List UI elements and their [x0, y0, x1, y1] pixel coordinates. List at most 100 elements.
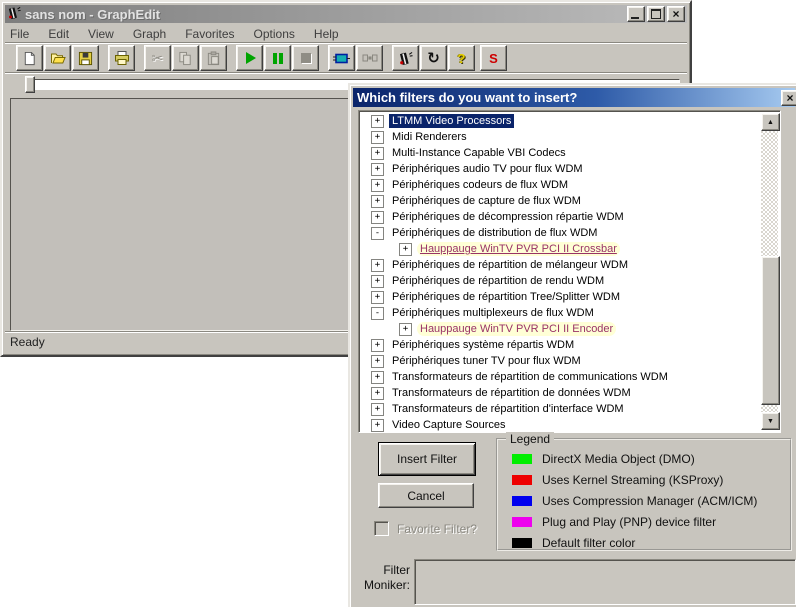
menu-favorites[interactable]: Favorites	[183, 27, 236, 41]
tree-item[interactable]: +Transformateurs de répartition d'interf…	[359, 401, 761, 417]
help-button[interactable]: ?	[448, 45, 475, 71]
refresh-button[interactable]: ↻	[420, 45, 447, 71]
tree-item-label: Périphériques de répartition de mélangeu…	[389, 258, 631, 272]
tree-item[interactable]: + Hauppauge WinTV PVR PCI II Encoder	[359, 321, 761, 337]
convert-button[interactable]: S	[480, 45, 507, 71]
menu-file[interactable]: File	[8, 27, 31, 41]
tree-item[interactable]: +LTMM Video Processors	[359, 113, 761, 129]
graphedit-logo-button[interactable]	[392, 45, 419, 71]
tree-item-label: Périphériques tuner TV pour flux WDM	[389, 354, 584, 368]
tree-item-label: Périphériques codeurs de flux WDM	[389, 178, 571, 192]
tree-item[interactable]: +Video Capture Sources	[359, 417, 761, 433]
pause-button[interactable]	[264, 45, 291, 71]
expand-icon[interactable]: +	[371, 147, 384, 160]
scroll-thumb[interactable]	[761, 256, 780, 405]
tree-item[interactable]: -Périphériques multiplexeurs de flux WDM	[359, 305, 761, 321]
expand-icon[interactable]: +	[371, 115, 384, 128]
insert-filter-button-toolbar[interactable]	[328, 45, 355, 71]
minimize-button[interactable]	[627, 6, 645, 22]
expand-icon[interactable]: +	[399, 323, 412, 336]
tree-item[interactable]: + Périphériques de répartition Tree/Split…	[359, 289, 761, 305]
scroll-down-button[interactable]: ▼	[761, 412, 780, 430]
expand-icon[interactable]: +	[371, 131, 384, 144]
expand-icon[interactable]: +	[371, 387, 384, 400]
expand-icon[interactable]: +	[371, 339, 384, 352]
open-icon	[50, 50, 66, 66]
filter-moniker-input[interactable]	[414, 559, 796, 605]
legend-item: Uses Compression Manager (ACM/ICM)	[512, 490, 790, 511]
close-icon: ×	[672, 9, 679, 19]
maximize-button[interactable]	[647, 6, 665, 22]
expand-icon[interactable]: +	[371, 291, 384, 304]
expand-icon[interactable]: +	[371, 403, 384, 416]
main-titlebar[interactable]: sans nom - GraphEdit ×	[5, 5, 687, 23]
menu-graph[interactable]: Graph	[131, 27, 168, 41]
expand-icon[interactable]: +	[371, 371, 384, 384]
legend-label: DirectX Media Object (DMO)	[542, 452, 695, 466]
expand-icon[interactable]: +	[371, 211, 384, 224]
tree-item[interactable]: +Midi Renderers	[359, 129, 761, 145]
collapse-icon[interactable]: -	[371, 227, 384, 240]
filter-tree-listbox: +LTMM Video Processors +Midi Renderers +…	[358, 110, 781, 433]
expand-icon[interactable]: +	[371, 179, 384, 192]
tree-item[interactable]: +Périphériques audio TV pour flux WDM	[359, 161, 761, 177]
tree-item[interactable]: +Multi-Instance Capable VBI Codecs	[359, 145, 761, 161]
seek-bar-handle[interactable]	[25, 76, 35, 93]
dialog-titlebar[interactable]: Which filters do you want to insert?	[353, 88, 795, 107]
print-icon	[114, 50, 130, 66]
dialog-close-icon: ×	[786, 93, 793, 103]
expand-icon[interactable]: +	[399, 243, 412, 256]
paste-button[interactable]	[200, 45, 227, 71]
menu-help[interactable]: Help	[312, 27, 341, 41]
print-button[interactable]	[108, 45, 135, 71]
toolbar-separator	[5, 72, 687, 74]
tree-item[interactable]: + Périphériques tuner TV pour flux WDM	[359, 353, 761, 369]
connect-pins-button[interactable]	[356, 45, 383, 71]
menu-view[interactable]: View	[86, 27, 116, 41]
legend-groupbox: Legend DirectX Media Object (DMO) Uses K…	[496, 438, 792, 551]
tree-item-label: Périphériques multiplexeurs de flux WDM	[389, 306, 597, 320]
menu-edit[interactable]: Edit	[46, 27, 71, 41]
tree-item[interactable]: +Périphériques de répartition de rendu W…	[359, 273, 761, 289]
ksproxy-color-swatch	[512, 475, 532, 485]
scroll-up-button[interactable]: ▲	[761, 113, 780, 131]
expand-icon[interactable]: +	[371, 259, 384, 272]
close-button[interactable]: ×	[667, 6, 685, 22]
tree-item-label: Périphériques de capture de flux WDM	[389, 194, 584, 208]
favorite-filter-checkbox[interactable]	[374, 521, 389, 536]
save-button[interactable]	[72, 45, 99, 71]
menu-options[interactable]: Options	[252, 27, 297, 41]
tree-item[interactable]: + Périphériques de capture de flux WDM	[359, 193, 761, 209]
tree-item[interactable]: + Périphériques de répartition de mélange…	[359, 257, 761, 273]
copy-button[interactable]	[172, 45, 199, 71]
expand-icon[interactable]: +	[371, 275, 384, 288]
collapse-icon[interactable]: -	[371, 307, 384, 320]
tree-item[interactable]: +Périphériques de décompression répartie…	[359, 209, 761, 225]
tree-item[interactable]: -Périphériques de distribution de flux W…	[359, 225, 761, 241]
tree-item[interactable]: +Transformateurs de répartition de commu…	[359, 369, 761, 385]
legend-label: Plug and Play (PNP) device filter	[542, 515, 716, 529]
screen: sans nom - GraphEdit × File Edit View Gr…	[0, 0, 796, 607]
tree-item[interactable]: + Transformateurs de répartition de donné…	[359, 385, 761, 401]
minimize-icon	[631, 17, 639, 19]
tree-scrollbar[interactable]: ▲ ▼	[761, 113, 778, 430]
open-button[interactable]	[44, 45, 71, 71]
tree-item[interactable]: +Périphériques système répartis WDM	[359, 337, 761, 353]
play-button[interactable]	[236, 45, 263, 71]
expand-icon[interactable]: +	[371, 163, 384, 176]
cancel-button[interactable]: Cancel	[378, 483, 474, 508]
tree-item-label: Transformateurs de répartition de donnée…	[389, 386, 634, 400]
stop-button[interactable]	[292, 45, 319, 71]
tree-item[interactable]: +Hauppauge WinTV PVR PCI II Crossbar	[359, 241, 761, 257]
cut-button[interactable]: ✂	[144, 45, 171, 71]
expand-icon[interactable]: +	[371, 355, 384, 368]
tree-item-label: Hauppauge WinTV PVR PCI II Encoder	[417, 322, 616, 336]
new-button[interactable]	[16, 45, 43, 71]
dialog-close-button[interactable]: ×	[781, 90, 796, 106]
expand-icon[interactable]: +	[371, 419, 384, 432]
expand-icon[interactable]: +	[371, 195, 384, 208]
tree-item-label: Périphériques de répartition Tree/Splitt…	[389, 290, 623, 304]
insert-filter-button[interactable]: Insert Filter	[378, 442, 476, 476]
tree-item[interactable]: + Périphériques codeurs de flux WDM	[359, 177, 761, 193]
s-icon: S	[489, 52, 498, 65]
